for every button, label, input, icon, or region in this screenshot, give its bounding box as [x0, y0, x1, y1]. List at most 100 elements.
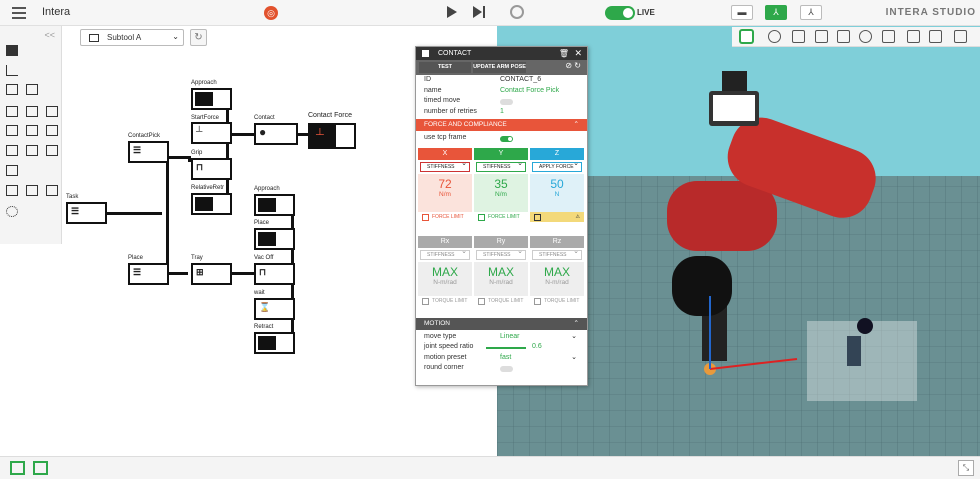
list-node-icon[interactable] [46, 106, 58, 117]
use-tcp-toggle[interactable] [500, 136, 513, 142]
axis-rz-torque-limit[interactable]: TORQUE LIMIT [530, 296, 584, 306]
step-forward-icon[interactable] [473, 6, 487, 18]
motion-preset-select[interactable]: fast [500, 354, 511, 361]
axis-ry-mode-select[interactable]: STIFFNESS [476, 248, 526, 260]
prop-name: name Contact Force Pick [416, 86, 587, 97]
relativeretr-node[interactable] [191, 193, 232, 215]
test-button[interactable]: TEST [419, 62, 471, 73]
layout-single-icon[interactable] [10, 461, 25, 475]
axis-y-value-box[interactable]: 35 N/m [474, 173, 528, 212]
tray-node[interactable]: ⊞ [191, 263, 232, 285]
check-node-icon[interactable] [26, 185, 38, 196]
contact-node-icon[interactable] [6, 125, 18, 136]
set-node-icon[interactable] [6, 106, 18, 117]
timed-move-toggle[interactable] [500, 99, 513, 105]
array-node-icon[interactable] [6, 165, 18, 176]
node-label-grip: Grip [191, 150, 203, 156]
task-node[interactable]: ☰ [66, 202, 107, 224]
grip-node[interactable]: ⊓ [191, 158, 232, 180]
prop-use-tcp: use tcp frame [416, 133, 587, 144]
axis-rx-value-box[interactable]: MAX N-m/rad [418, 261, 472, 296]
axis-y-force-limit[interactable]: FORCE LIMIT [474, 212, 528, 222]
contact-node[interactable]: ● [254, 123, 298, 145]
robot-view-button[interactable]: ⅄ [765, 5, 787, 20]
play-icon[interactable] [447, 6, 457, 18]
reset-icon[interactable]: ⊘ ↻ [565, 61, 581, 70]
pin-icon[interactable] [929, 30, 942, 43]
axis-rx-torque-limit[interactable]: TORQUE LIMIT [418, 296, 472, 306]
grid-icon[interactable] [882, 30, 895, 43]
gripper-node-icon[interactable] [6, 145, 18, 156]
refresh-button[interactable]: ↻ [190, 29, 207, 46]
cancel-node-icon[interactable] [6, 185, 18, 196]
axis-rz: Rz STIFFNESS MAX N-m/rad TORQUE LIMIT [530, 235, 584, 306]
contactpick-node[interactable]: ☰ [128, 141, 169, 163]
loop-node-icon[interactable] [26, 106, 38, 117]
move-type-select[interactable]: Linear [500, 333, 519, 340]
force-axes: X STIFFNESS 72 N/m FORCE LIMIT Y STIFFNE… [416, 147, 587, 234]
view-split-button[interactable]: ▬ [731, 5, 753, 20]
approach-mid-node[interactable] [254, 194, 295, 216]
axis-z-value: 50 [550, 176, 564, 191]
resize-icon[interactable]: ⤡ [958, 460, 974, 476]
retract-node[interactable] [254, 332, 295, 354]
axis-rx-mode-select[interactable]: STIFFNESS [420, 248, 470, 260]
signal-icon[interactable] [859, 30, 872, 43]
axis-x-force-limit[interactable]: FORCE LIMIT [418, 212, 472, 222]
if-node-icon[interactable] [6, 84, 18, 95]
update-arm-pose-button[interactable]: UPDATE ARM POSE [473, 62, 526, 73]
gear-icon[interactable] [510, 5, 524, 19]
axis-x-value-box[interactable]: 72 N/m [418, 173, 472, 212]
subtool-dropdown[interactable]: Subtool A ⌄ [80, 29, 184, 46]
ungrip-node-icon[interactable] [26, 145, 38, 156]
place-node[interactable]: ☰ [128, 263, 169, 285]
motion-section-header[interactable]: MOTION ⌃ [416, 317, 587, 330]
table-icon[interactable] [837, 30, 850, 43]
axis-ry-value-box[interactable]: MAX N-m/rad [474, 261, 528, 296]
joint-speed-slider[interactable] [486, 347, 526, 349]
axis-rz-value-box[interactable]: MAX N-m/rad [530, 261, 584, 296]
collapse-icon[interactable]: << [44, 30, 55, 40]
axis-ry-torque-limit[interactable]: TORQUE LIMIT [474, 296, 528, 306]
robot-only-button[interactable]: ⅄ [800, 5, 822, 20]
axis-x-mode-select[interactable]: STIFFNESS [420, 160, 470, 172]
vacoff-node[interactable]: ⊓ [254, 263, 295, 285]
frame-view-icon[interactable] [740, 30, 753, 43]
prop-name-value[interactable]: Contact Force Pick [500, 87, 559, 94]
force-node-icon[interactable] [46, 145, 58, 156]
trash-icon[interactable]: 🗑 [559, 47, 569, 60]
axis-z-warning[interactable]: ⚠ [530, 211, 584, 222]
check-all-node-icon[interactable] [46, 185, 58, 196]
move-node-icon[interactable] [6, 45, 18, 56]
round-corner-toggle[interactable] [500, 366, 513, 372]
axes-icon[interactable] [792, 30, 805, 43]
wait-node-icon[interactable] [26, 125, 38, 136]
prop-move-type-key: move type [424, 332, 457, 340]
axis-z-mode-select[interactable]: APPLY FORCE [532, 160, 582, 172]
contact-force-node[interactable]: ┴ [308, 123, 356, 149]
layout-icon[interactable] [954, 30, 967, 43]
layout-split-icon[interactable] [33, 461, 48, 475]
camera-icon[interactable] [815, 30, 828, 43]
chevron-up-icon: ⌃ [573, 319, 579, 327]
rethink-logo-icon[interactable]: ◎ [264, 6, 278, 20]
axis-rz-mode-select[interactable]: STIFFNESS [532, 248, 582, 260]
live-toggle[interactable] [605, 6, 635, 20]
startforce-node[interactable]: ┴ [191, 122, 232, 144]
axis-y-mode-select[interactable]: STIFFNESS [476, 160, 526, 172]
menu-icon[interactable] [12, 7, 26, 22]
panel-header: CONTACT 🗑 ✕ [416, 47, 587, 60]
close-icon[interactable]: ✕ [574, 47, 582, 60]
approach-node[interactable] [191, 88, 232, 110]
else-node-icon[interactable] [26, 84, 38, 95]
place-mid-node[interactable] [254, 228, 295, 250]
prop-retries-value[interactable]: 1 [500, 108, 504, 115]
x-frame-icon[interactable] [907, 30, 920, 43]
vision-node-icon[interactable] [46, 125, 58, 136]
axis-z-value-box[interactable]: 50 N [530, 173, 584, 212]
force-section-header[interactable]: FORCE AND COMPLIANCE ⌃ [416, 119, 587, 131]
wait-node[interactable]: ⌛ [254, 298, 295, 320]
sequence-node-icon[interactable] [6, 65, 18, 76]
top-bar: Intera ◎ LIVE ▬ ⅄ ⅄ INTERA STUDIO [0, 0, 980, 26]
hide-icon[interactable] [768, 30, 781, 43]
